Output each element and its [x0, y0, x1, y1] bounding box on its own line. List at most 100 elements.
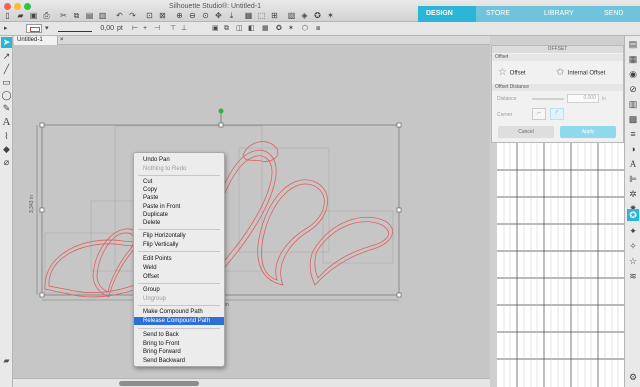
menu-item-bring-forward[interactable]: Bring Forward [134, 348, 224, 356]
undo-icon[interactable]: ↶ [114, 11, 125, 21]
menu-item-duplicate[interactable]: Duplicate [134, 211, 224, 219]
trace-icon[interactable]: ✶ [325, 11, 336, 21]
align-left-icon[interactable]: ⊢ [132, 24, 138, 34]
transparency-icon[interactable]: ◑ [627, 143, 639, 155]
menu-item-undo-pan[interactable]: Undo Pan [134, 156, 224, 164]
menu-item-cut[interactable]: Cut [134, 178, 224, 186]
menu-item-copy[interactable]: Copy [134, 186, 224, 194]
tab-design[interactable]: DESIGN [418, 6, 476, 22]
save-icon[interactable]: ▣ [28, 11, 39, 21]
open-folder-icon[interactable]: ▰ [15, 11, 26, 21]
distance-field[interactable]: 0,000 [567, 94, 599, 103]
eyedropper-icon[interactable]: ⌀ [1, 157, 12, 168]
knife-tool-icon[interactable]: ⌇ [1, 131, 12, 142]
replicate-icon[interactable]: ▧ [286, 11, 297, 21]
menu-item-group[interactable]: Group [134, 286, 224, 294]
tab-library[interactable]: LIBRARY [534, 6, 590, 22]
zoom-fit-icon[interactable]: ⊙ [200, 11, 211, 21]
offset-icon[interactable]: ✪ [312, 11, 323, 21]
menu-item-flip-horizontally[interactable]: Flip Horizontally [134, 232, 224, 240]
transform-icon[interactable]: ◈ [299, 11, 310, 21]
line-color-swatch[interactable] [26, 24, 42, 33]
grid-icon[interactable]: ▦ [627, 53, 639, 65]
distance-slider[interactable] [532, 98, 564, 100]
group-icon[interactable]: ▣ [212, 24, 219, 34]
print-icon[interactable]: ⎙ [41, 11, 52, 21]
design-shapes[interactable]: 3,343 in in [13, 45, 490, 378]
layers-icon[interactable]: ≋ [627, 270, 639, 282]
menu-item-make-compound-path[interactable]: Make Compound Path [134, 308, 224, 316]
ungroup-icon[interactable]: ⧉ [224, 24, 229, 34]
select-all-icon[interactable]: ⊡ [144, 11, 155, 21]
offset-icon[interactable]: ✪ [276, 24, 282, 34]
align-icon[interactable]: ⊞ [269, 11, 280, 21]
group-icon[interactable]: ▦ [243, 11, 254, 21]
menu-item-bring-to-front[interactable]: Bring to Front [134, 340, 224, 348]
align-center-icon[interactable]: + [143, 24, 147, 34]
redo-icon[interactable]: ↷ [127, 11, 138, 21]
page-setup-icon[interactable]: ▤ [627, 38, 639, 50]
design-canvas[interactable]: 3,343 in in [13, 45, 490, 378]
text-tool-icon[interactable]: A [1, 117, 12, 128]
line-color-icon[interactable]: ⊘ [627, 83, 639, 95]
deselect-icon[interactable]: ⊠ [157, 11, 168, 21]
menu-item-edit-points[interactable]: Edit Points [134, 255, 224, 263]
folder-icon[interactable]: ▰ [1, 356, 12, 367]
line-style-select[interactable] [58, 25, 92, 32]
menu-item-weld[interactable]: Weld [134, 264, 224, 272]
offset-button[interactable]: ☆ Offset [498, 63, 554, 83]
align-middle-icon[interactable]: ⊥ [181, 24, 187, 34]
ellipse-tool-icon[interactable]: ◯ [1, 90, 12, 101]
pattern-icon[interactable]: ▩ [627, 113, 639, 125]
copy-icon[interactable]: ⧉ [71, 11, 82, 21]
close-tab-icon[interactable]: × [60, 36, 64, 45]
release-icon[interactable]: ◧ [248, 24, 255, 34]
zoom-out-icon[interactable]: ⊖ [187, 11, 198, 21]
gradient-icon[interactable]: ▥ [627, 98, 639, 110]
paste-icon[interactable]: ▤ [84, 11, 95, 21]
select-tool-icon[interactable]: ➤ [1, 37, 12, 48]
cut-icon[interactable]: ✂ [58, 11, 69, 21]
align-right-icon[interactable]: ⊣ [154, 24, 160, 34]
menu-item-delete[interactable]: Delete [134, 219, 224, 227]
align-top-icon[interactable]: ⊤ [170, 24, 176, 34]
chevron-down-icon[interactable]: ▾ [45, 24, 49, 34]
delete-icon[interactable]: ▥ [97, 11, 108, 21]
pan-icon[interactable]: ✥ [213, 11, 224, 21]
eraser-tool-icon[interactable]: ◆ [1, 144, 12, 155]
text-style-icon[interactable]: A [627, 158, 639, 170]
new-document-icon[interactable]: ▯ [2, 11, 13, 21]
zoom-page-icon[interactable]: ⤓ [226, 11, 237, 21]
menu-item-send-to-back[interactable]: Send to Back [134, 331, 224, 339]
pen-tool-icon[interactable]: ✎ [1, 103, 12, 114]
weld-icon[interactable]: ⧈ [316, 24, 320, 34]
cube-icon[interactable]: ⬡ [302, 24, 308, 34]
corner-round-icon[interactable]: ◜ [550, 108, 564, 120]
menu-item-paste[interactable]: Paste [134, 194, 224, 202]
rectangle-tool-icon[interactable]: ▭ [1, 77, 12, 88]
settings-icon[interactable]: ⚙ [627, 371, 639, 383]
document-tab[interactable]: Untitled-1 [14, 36, 58, 45]
menu-item-release-compound-path[interactable]: Release Compound Path [134, 317, 224, 325]
line-width-field[interactable]: 0,00 [96, 24, 114, 34]
tab-send[interactable]: SEND [590, 6, 640, 22]
compound-icon[interactable]: ◫ [236, 24, 243, 34]
line-tool-icon[interactable]: ╱ [1, 64, 12, 75]
corner-sharp-icon[interactable]: ⌐ [532, 108, 546, 120]
ungroup-icon[interactable]: ⬚ [256, 11, 267, 21]
scrollbar-thumb[interactable] [119, 381, 199, 386]
zoom-in-icon[interactable]: ⊕ [174, 11, 185, 21]
menu-item-flip-vertically[interactable]: Flip Vertically [134, 241, 224, 249]
tab-store[interactable]: STORE [476, 6, 534, 22]
trace-panel-icon[interactable]: ✦ [627, 225, 639, 237]
internal-offset-button[interactable]: ✩ Internal Offset [556, 63, 622, 83]
apply-button[interactable]: Apply [560, 126, 616, 138]
trace-icon[interactable]: ✶ [288, 24, 294, 34]
align-panel-icon[interactable]: ⊫ [627, 173, 639, 185]
fill-color-icon[interactable]: ◉ [627, 68, 639, 80]
replicate-icon[interactable]: ▦ [262, 24, 269, 34]
edit-points-icon[interactable]: ↗ [1, 51, 12, 62]
replicate-panel-icon[interactable]: ✲ [627, 188, 639, 200]
menu-item-send-backward[interactable]: Send Backward [134, 357, 224, 365]
line-style-icon[interactable]: ≡ [627, 128, 639, 140]
